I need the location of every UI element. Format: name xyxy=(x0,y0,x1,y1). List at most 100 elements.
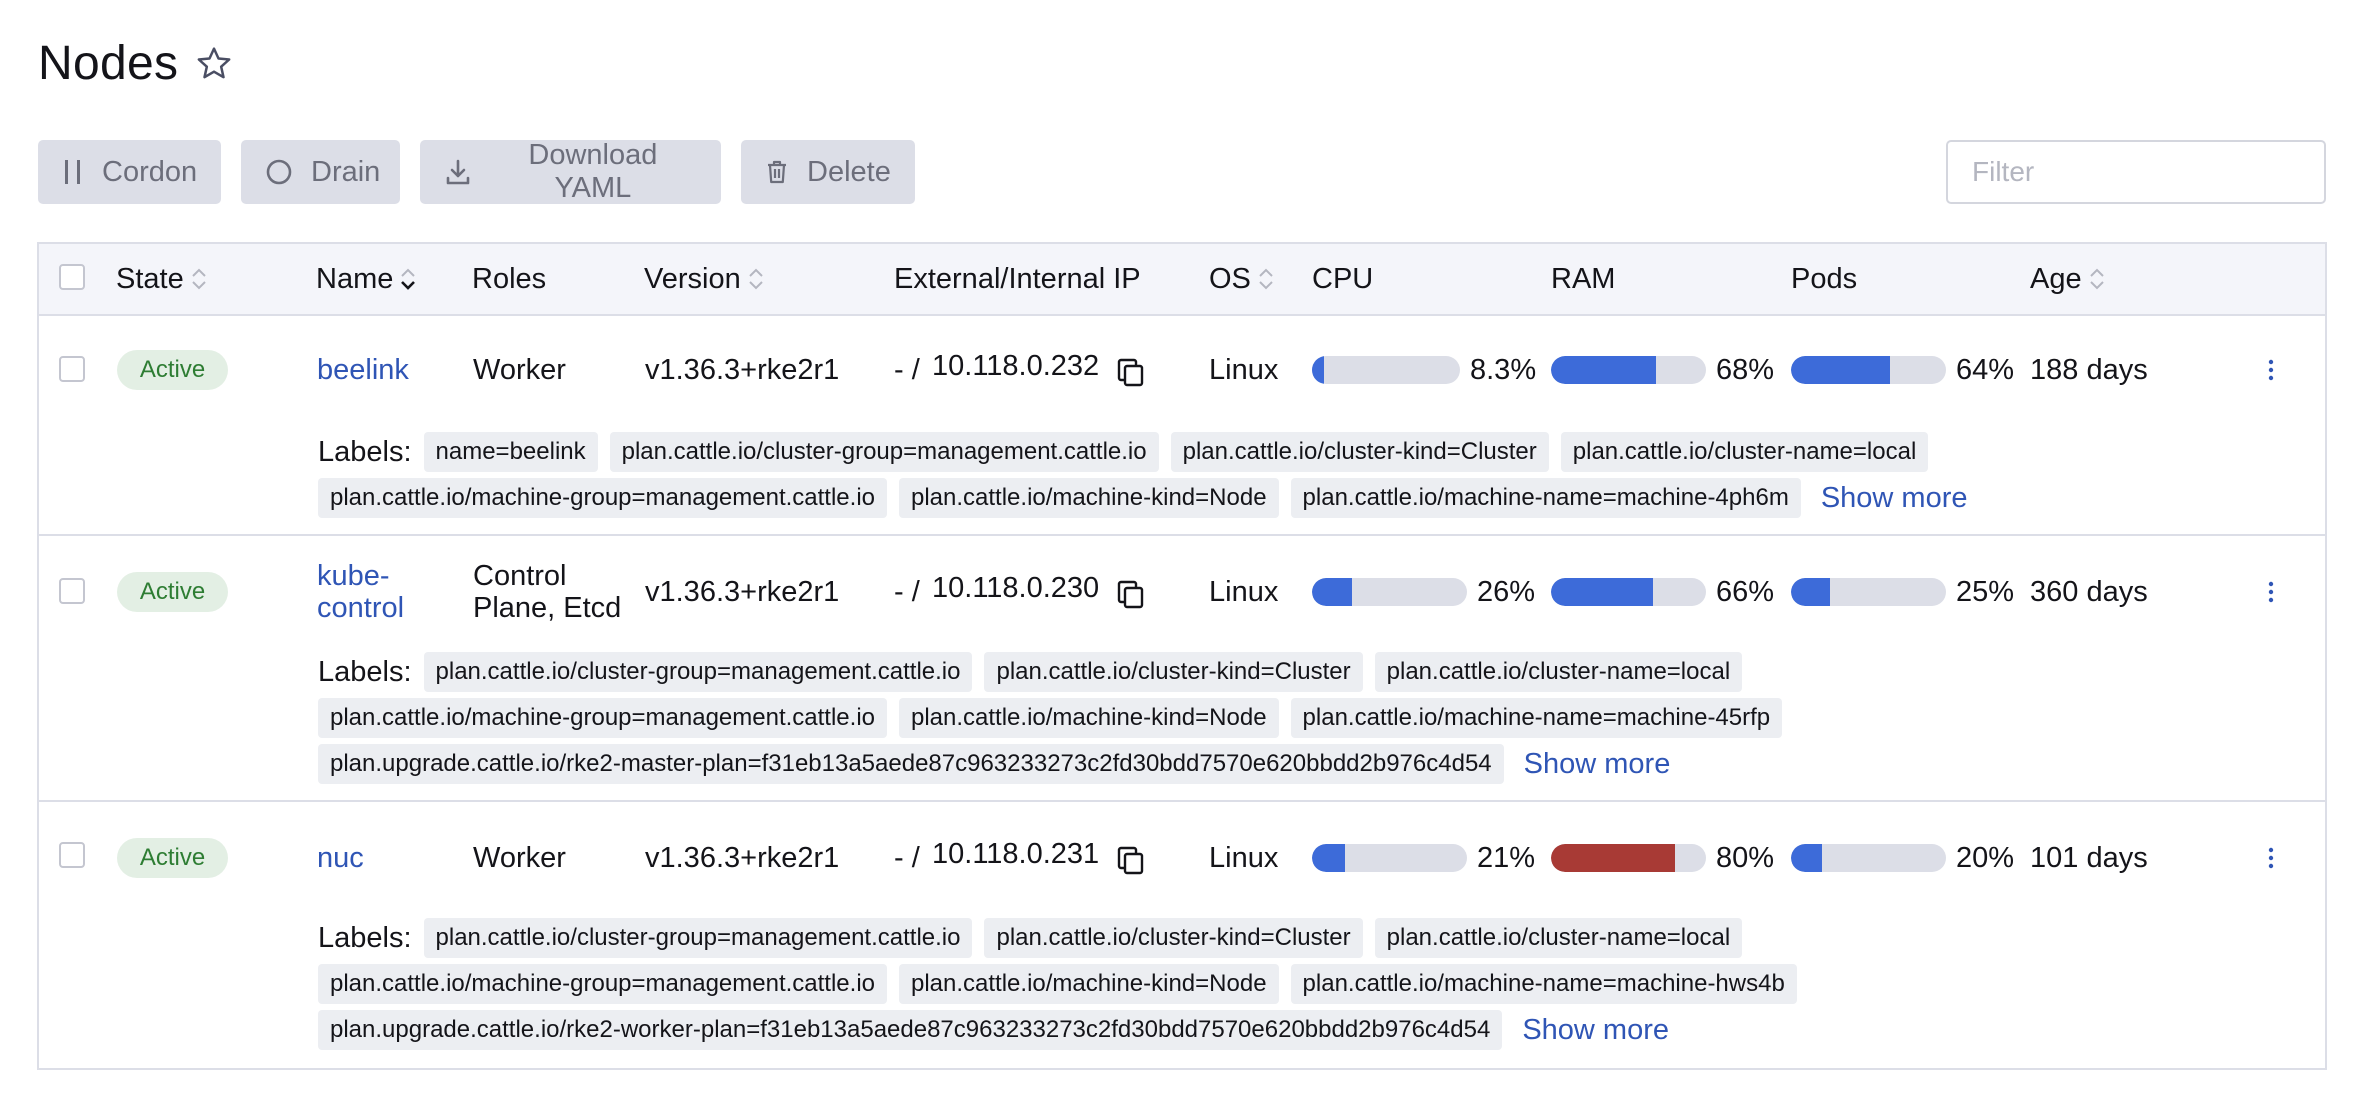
more-actions-icon[interactable] xyxy=(2261,842,2281,874)
page-header: Nodes xyxy=(38,36,234,91)
pods-usage-fill xyxy=(1791,844,1822,872)
column-header-name[interactable]: Name xyxy=(316,244,417,314)
label-chip: plan.cattle.io/machine-kind=Node xyxy=(899,698,1279,738)
column-header-state[interactable]: State xyxy=(116,244,208,314)
node-roles: Control Plane, Etcd xyxy=(473,560,622,624)
labels-title: Labels: xyxy=(318,435,412,468)
cpu-usage-label: 8.3% xyxy=(1470,354,1537,386)
column-header-age[interactable]: Age xyxy=(2030,244,2106,314)
cpu-usage-fill xyxy=(1312,356,1325,384)
ram-usage-fill xyxy=(1551,356,1657,384)
cpu-usage-bar xyxy=(1312,578,1467,606)
more-actions-icon[interactable] xyxy=(2261,354,2281,386)
node-name-link[interactable]: kube-control xyxy=(317,560,437,624)
row-checkbox[interactable] xyxy=(59,356,85,382)
label-chip: plan.cattle.io/cluster-name=local xyxy=(1374,918,1743,958)
node-os: Linux xyxy=(1209,842,1279,874)
page-title: Nodes xyxy=(38,37,179,90)
column-header-pods: Pods xyxy=(1791,244,1857,314)
node-age: 188 days xyxy=(2030,354,2148,386)
column-label-ip: External/Internal IP xyxy=(894,262,1141,295)
cpu-usage-fill xyxy=(1312,578,1353,606)
cpu-usage-bar xyxy=(1312,844,1467,872)
column-label-pods: Pods xyxy=(1791,262,1858,295)
ram-usage-label: 68% xyxy=(1716,354,1775,386)
status-badge: Active xyxy=(117,350,228,390)
sort-descending-icon xyxy=(399,265,417,293)
labels-title: Labels: xyxy=(318,655,412,688)
node-age: 360 days xyxy=(2030,576,2148,608)
label-chip: plan.cattle.io/machine-group=management.… xyxy=(318,478,887,518)
column-label-os: OS xyxy=(1209,262,1251,295)
label-chip: plan.cattle.io/machine-group=management.… xyxy=(318,964,887,1004)
pods-usage-bar xyxy=(1791,844,1946,872)
column-label-version: Version xyxy=(644,262,741,295)
ip-external: - / xyxy=(894,842,920,874)
ram-usage-label: 80% xyxy=(1716,842,1775,874)
node-roles: Worker xyxy=(473,842,566,874)
ip-internal: 10.118.0.232 xyxy=(932,350,1100,382)
ip-external: - / xyxy=(894,354,920,386)
more-actions-icon[interactable] xyxy=(2261,576,2281,608)
copy-icon[interactable] xyxy=(1115,578,1147,610)
row-checkbox[interactable] xyxy=(59,578,85,604)
ram-usage-fill xyxy=(1551,844,1675,872)
drain-icon xyxy=(265,157,293,187)
label-chip: plan.cattle.io/cluster-kind=Cluster xyxy=(984,652,1363,692)
label-chip: plan.cattle.io/machine-kind=Node xyxy=(899,478,1279,518)
bulk-actions-toolbar: Cordon Drain Download YAML Delete xyxy=(38,139,915,204)
star-icon[interactable] xyxy=(194,44,234,84)
copy-icon[interactable] xyxy=(1115,356,1147,388)
table-row: Active beelink Worker v1.36.3+rke2r1 - /… xyxy=(39,316,2325,536)
node-name-link[interactable]: beelink xyxy=(317,354,409,386)
column-label-age: Age xyxy=(2030,262,2082,295)
node-version: v1.36.3+rke2r1 xyxy=(645,842,840,874)
nodes-table: State Name Roles Version External/Intern… xyxy=(37,242,2327,1070)
label-chip: plan.cattle.io/cluster-name=local xyxy=(1560,432,1929,472)
column-header-version[interactable]: Version xyxy=(644,244,765,314)
row-checkbox[interactable] xyxy=(59,842,85,868)
label-chip: plan.upgrade.cattle.io/rke2-master-plan=… xyxy=(318,744,1504,784)
label-chip: plan.cattle.io/machine-kind=Node xyxy=(899,964,1279,1004)
delete-button[interactable]: Delete xyxy=(741,140,915,204)
cordon-button[interactable]: Cordon xyxy=(38,140,221,204)
ip-internal: 10.118.0.231 xyxy=(932,838,1100,870)
column-label-cpu: CPU xyxy=(1312,262,1374,295)
show-more-link[interactable]: Show more xyxy=(1821,482,1968,515)
download-yaml-button[interactable]: Download YAML xyxy=(420,139,721,204)
pods-usage-bar xyxy=(1791,578,1946,606)
column-header-ram: RAM xyxy=(1551,244,1615,314)
column-header-roles: Roles xyxy=(472,244,546,314)
download-yaml-label: Download YAML xyxy=(528,139,658,204)
show-more-link[interactable]: Show more xyxy=(1524,748,1671,781)
column-header-os[interactable]: OS xyxy=(1209,244,1275,314)
ram-usage-fill xyxy=(1551,578,1654,606)
node-labels: Labels: plan.cattle.io/cluster-group=mana… xyxy=(318,918,2305,1050)
sort-icon xyxy=(2088,265,2106,293)
label-chip: plan.cattle.io/cluster-group=management.… xyxy=(423,652,973,692)
filter-input[interactable] xyxy=(1946,140,2326,204)
cpu-usage-fill xyxy=(1312,844,1345,872)
label-chip: plan.cattle.io/machine-name=machine-hws4… xyxy=(1290,964,1797,1004)
label-chip: plan.cattle.io/cluster-kind=Cluster xyxy=(984,918,1363,958)
node-roles: Worker xyxy=(473,354,566,386)
node-os: Linux xyxy=(1209,354,1279,386)
show-more-link[interactable]: Show more xyxy=(1522,1014,1669,1047)
cpu-usage-bar xyxy=(1312,356,1460,384)
label-chip: plan.cattle.io/cluster-kind=Cluster xyxy=(1170,432,1549,472)
node-version: v1.36.3+rke2r1 xyxy=(645,354,840,386)
copy-icon[interactable] xyxy=(1115,844,1147,876)
node-labels: Labels: name=beelink plan.cattle.io/cluste… xyxy=(318,432,2305,518)
column-header-ip: External/Internal IP xyxy=(894,244,1141,314)
select-all-checkbox[interactable] xyxy=(59,264,85,290)
label-chip: plan.cattle.io/cluster-group=management.… xyxy=(609,432,1159,472)
ram-usage-bar xyxy=(1551,844,1706,872)
drain-button[interactable]: Drain xyxy=(241,140,400,204)
column-header-cpu: CPU xyxy=(1312,244,1373,314)
column-label-roles: Roles xyxy=(472,262,547,295)
status-badge: Active xyxy=(117,572,228,612)
cpu-usage-label: 21% xyxy=(1477,842,1536,874)
trash-icon xyxy=(765,157,789,187)
delete-label: Delete xyxy=(807,155,891,188)
node-name-link[interactable]: nuc xyxy=(317,842,364,874)
